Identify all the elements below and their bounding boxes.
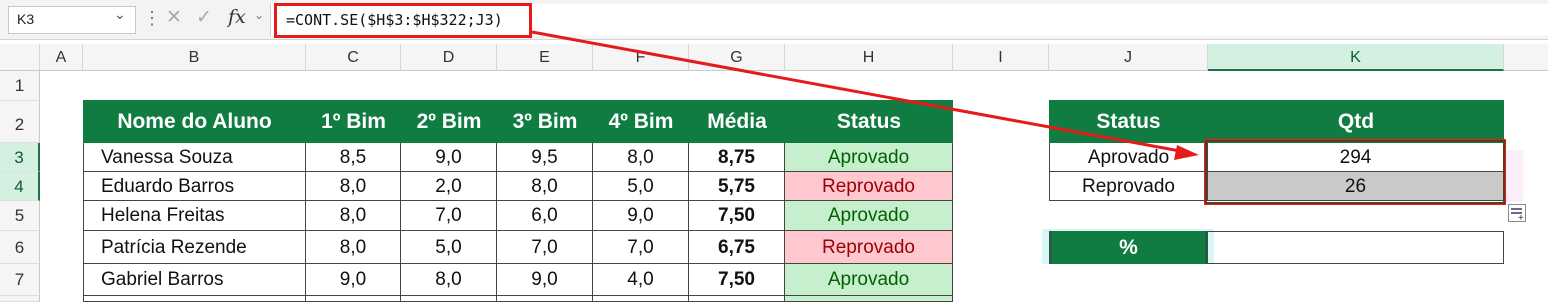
annotation-arrow xyxy=(531,30,1199,160)
arrow-head xyxy=(1174,145,1199,160)
arrow-line xyxy=(531,30,1181,153)
